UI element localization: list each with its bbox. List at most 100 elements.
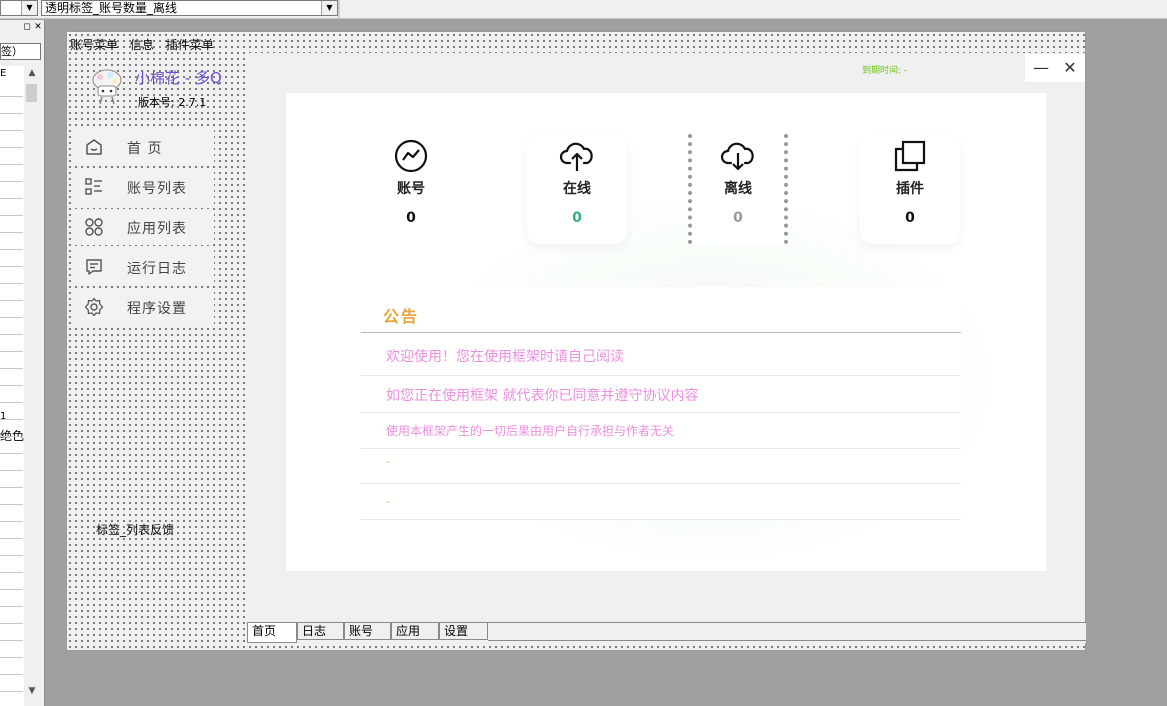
notice-line: 欢迎使用！您在使用框架时请自己阅读 (386, 349, 624, 365)
menu-info[interactable]: 信息 (130, 38, 154, 52)
tab-settings[interactable]: 设置 (439, 623, 488, 640)
grid-row-line (0, 453, 23, 454)
gear-icon (84, 297, 104, 317)
stat-value: 0 (406, 210, 416, 226)
grid-row-line (0, 419, 23, 420)
close-button[interactable]: ✕ (1056, 54, 1084, 82)
notice-title: 公告 (383, 307, 420, 326)
designer-menubar: 账号菜单 信息 插件菜单 (70, 36, 222, 52)
grid-row-line (0, 164, 23, 165)
expire-time: 到期时间: - (862, 66, 908, 76)
event-combo-value: 透明标签_账号数量_离线 (45, 1, 178, 15)
notice-line: 如您正在使用框架 就代表你已同意并遵守协议内容 (386, 388, 699, 404)
message-icon (86, 259, 102, 275)
nav-label: 账号列表 (127, 181, 187, 197)
grid-row-line (0, 691, 23, 692)
grid-row-line (0, 198, 23, 199)
divider (361, 483, 961, 484)
stat-value: 0 (733, 210, 743, 226)
grid-row-line (0, 334, 23, 335)
copy-icon (894, 140, 926, 172)
property-combo-value: 签） (1, 45, 23, 58)
grid-row-line (0, 521, 23, 522)
grid-row-line (0, 385, 23, 386)
divider (361, 519, 961, 520)
scroll-thumb[interactable] (26, 84, 37, 102)
grid-row-line (0, 589, 23, 590)
nav-item-home[interactable]: 首 页 (74, 129, 214, 165)
tab-log[interactable]: 日志 (297, 623, 344, 640)
grid-row-line (0, 317, 23, 318)
property-panel: ◻ ✕ 签） E 1 绝色 ▲ ▼ (0, 20, 45, 706)
stat-accounts[interactable]: 账号 0 (361, 138, 461, 226)
notice-line: - (386, 457, 390, 468)
chevron-down-icon[interactable]: ▼ (21, 1, 37, 15)
tab-apps[interactable]: 应用 (391, 623, 439, 640)
close-icon[interactable]: ✕ (33, 22, 43, 33)
grid-row-line (0, 249, 23, 250)
notice-board: 公告 欢迎使用！您在使用框架时请自己阅读 如您正在使用框架 就代表你已同意并遵守… (361, 287, 961, 520)
scroll-up-icon[interactable]: ▲ (24, 66, 40, 80)
grid-row-line (0, 657, 23, 658)
stat-value: 0 (905, 210, 915, 226)
restore-icon[interactable]: ◻ (22, 22, 32, 33)
chevron-down-icon[interactable]: ▼ (321, 1, 337, 15)
grid-row-line (0, 130, 23, 131)
divider (361, 412, 961, 413)
grid-row-line (0, 283, 23, 284)
tabbar-filler (488, 623, 1086, 641)
grid-row-line (0, 470, 23, 471)
grid-row-line (0, 538, 23, 539)
home-icon (86, 139, 102, 155)
window-controls: — ✕ (1025, 54, 1085, 82)
notice-line: - (386, 497, 390, 508)
nav-label: 应用列表 (127, 221, 187, 237)
stat-online[interactable]: 在线 0 (527, 138, 627, 226)
stat-plugins[interactable]: 插件 0 (860, 138, 960, 226)
property-scrollbar[interactable]: ▲ ▼ (24, 66, 40, 706)
menu-plugin[interactable]: 插件菜单 (166, 38, 214, 52)
notice-line: 使用本框架产生的一切后果由用户自行承担与作者无关 (386, 424, 675, 438)
nav-item-apps[interactable]: 应用列表 (74, 209, 214, 245)
grid-cell: 1 (0, 411, 7, 422)
nav-item-settings[interactable]: 程序设置 (74, 289, 214, 325)
apps-icon (85, 218, 103, 236)
list-icon (85, 178, 102, 195)
grid-row-line (0, 504, 23, 505)
property-grid[interactable]: E 1 绝色 (0, 66, 25, 706)
grid-row-line (0, 96, 23, 97)
grid-row-line (0, 266, 23, 267)
grid-row-line (0, 674, 23, 675)
grid-header-cell: E (0, 68, 7, 79)
object-combo[interactable]: ▼ (0, 0, 38, 16)
nav-label: 运行日志 (127, 261, 187, 277)
cloud-download-icon (720, 142, 754, 171)
divider (361, 332, 961, 333)
tab-home[interactable]: 首页 (247, 623, 297, 643)
grid-row-line (0, 181, 23, 182)
divider (361, 448, 961, 449)
tab-accounts[interactable]: 账号 (344, 623, 391, 640)
ide-toolbar: ▼ 透明标签_账号数量_离线 ▼ (0, 0, 1167, 19)
stat-offline[interactable]: 离线 0 (688, 138, 788, 226)
grid-row-line (0, 147, 23, 148)
grid-row-line (0, 113, 23, 114)
nav-label: 程序设置 (127, 301, 187, 317)
grid-row-line (0, 232, 23, 233)
nav-item-logs[interactable]: 运行日志 (74, 249, 214, 285)
minimize-button[interactable]: — (1027, 54, 1055, 82)
grid-row-line (0, 402, 23, 403)
trend-icon (394, 139, 428, 173)
app-version: 版本号: 2.7.1 (138, 96, 207, 109)
panel-titlebar: ◻ ✕ (0, 20, 44, 36)
grid-row-line (0, 436, 23, 437)
event-combo[interactable]: 透明标签_账号数量_离线 ▼ (41, 0, 338, 16)
property-combo[interactable]: 签） (0, 43, 41, 60)
stat-label: 插件 (896, 181, 924, 197)
scroll-down-icon[interactable]: ▼ (24, 684, 40, 698)
nav-item-accounts[interactable]: 账号列表 (74, 169, 214, 205)
grid-row-line (0, 572, 23, 573)
grid-row-line (0, 351, 23, 352)
menu-account[interactable]: 账号菜单 (70, 38, 118, 52)
stat-label: 账号 (397, 181, 425, 197)
